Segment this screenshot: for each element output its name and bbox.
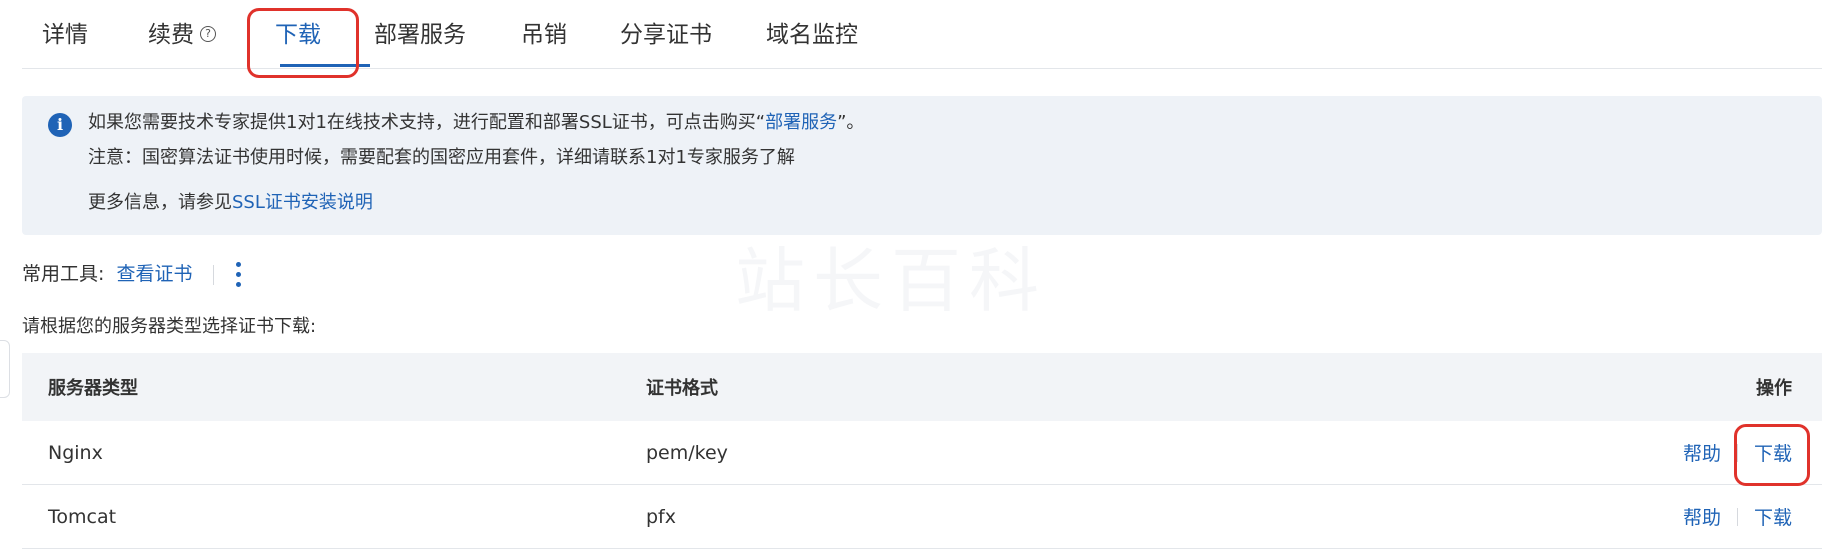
tab-label: 下载	[275, 22, 321, 48]
tab-domain-monitor[interactable]: 域名监控	[766, 18, 858, 52]
tab-label: 域名监控	[766, 22, 858, 48]
common-tools: 常用工具: 查看证书	[22, 259, 242, 289]
header-cert-format: 证书格式	[646, 378, 718, 399]
active-tab-indicator	[280, 64, 370, 67]
download-button[interactable]: 下载	[1754, 439, 1792, 466]
header-server-type: 服务器类型	[48, 378, 138, 399]
notice-text: 更多信息，请参见	[88, 192, 232, 213]
table-row: Tomcat pfx 帮助 下载	[22, 485, 1822, 549]
deploy-service-link[interactable]: 部署服务	[765, 112, 837, 133]
actions-cell: 帮助 下载	[1683, 421, 1792, 484]
info-notice: i 如果您需要技术专家提供1对1在线技术支持，进行配置和部署SSL证书，可点击购…	[22, 96, 1822, 235]
header-actions: 操作	[1756, 378, 1792, 399]
tab-revoke[interactable]: 吊销	[521, 18, 567, 52]
server-type-cell: Nginx	[48, 441, 103, 464]
tab-details[interactable]: 详情	[42, 18, 88, 52]
divider	[1736, 507, 1738, 526]
question-icon[interactable]: ?	[200, 25, 216, 42]
download-prompt: 请根据您的服务器类型选择证书下载:	[22, 316, 317, 337]
cert-format-cell: pem/key	[646, 441, 728, 464]
tools-label: 常用工具:	[22, 263, 105, 285]
watermark: 站长百科	[735, 240, 1047, 322]
notice-line-3: 更多信息，请参见SSL证书安装说明	[88, 190, 373, 216]
divider	[212, 264, 214, 285]
table-header: 服务器类型 证书格式 操作	[22, 353, 1822, 421]
tab-deploy-service[interactable]: 部署服务	[374, 18, 466, 52]
tab-bar: 详情 续费? 下载 部署服务 吊销 分享证书 域名监控	[22, 0, 1822, 69]
notice-text: ”。	[837, 112, 865, 133]
notice-text: 如果您需要技术专家提供1对1在线技术支持，进行配置和部署SSL证书，可点击购买“	[88, 112, 766, 133]
server-type-cell: Tomcat	[48, 505, 117, 528]
tab-label: 吊销	[521, 22, 567, 48]
tab-renew[interactable]: 续费?	[148, 18, 216, 52]
tab-label: 分享证书	[620, 22, 712, 48]
notice-line-1: 如果您需要技术专家提供1对1在线技术支持，进行配置和部署SSL证书，可点击购买“…	[88, 110, 864, 136]
side-edge-handle[interactable]	[0, 340, 10, 398]
view-cert-link[interactable]: 查看证书	[116, 263, 192, 285]
tab-share-cert[interactable]: 分享证书	[620, 18, 712, 52]
tab-download[interactable]: 下载	[275, 18, 321, 52]
server-type-table: 服务器类型 证书格式 操作 Nginx pem/key 帮助 下载 Tomcat…	[22, 353, 1822, 549]
notice-line-2: 注意：国密算法证书使用时候，需要配套的国密应用套件，详细请联系1对1专家服务了解	[88, 147, 795, 168]
ssl-install-guide-link[interactable]: SSL证书安装说明	[232, 192, 373, 213]
help-link[interactable]: 帮助	[1683, 503, 1721, 530]
download-button[interactable]: 下载	[1754, 503, 1792, 530]
tab-label: 部署服务	[374, 22, 466, 48]
help-link[interactable]: 帮助	[1683, 439, 1721, 466]
cert-download-page: 详情 续费? 下载 部署服务 吊销 分享证书 域名监控 i 如果您需要技术专家提…	[0, 0, 1829, 557]
cert-format-cell: pfx	[646, 505, 676, 528]
tab-label: 续费	[148, 22, 194, 48]
actions-cell: 帮助 下载	[1683, 485, 1792, 548]
info-icon: i	[48, 113, 72, 137]
divider	[1736, 443, 1738, 462]
tab-label: 详情	[42, 22, 88, 48]
more-options-icon[interactable]	[234, 260, 242, 290]
table-row: Nginx pem/key 帮助 下载	[22, 421, 1822, 485]
